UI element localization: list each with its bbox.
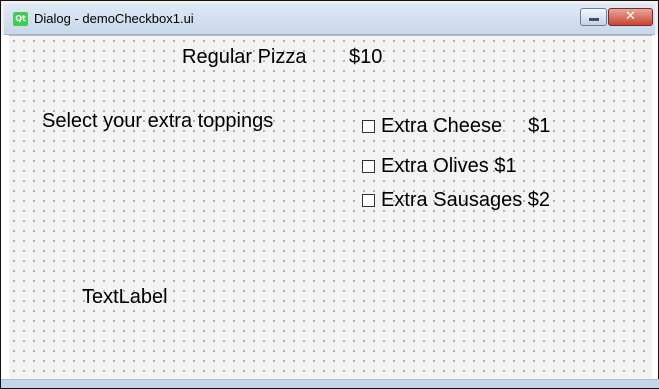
window-title: Dialog - demoCheckbox1.ui [34, 11, 194, 26]
checkbox-label: Extra Olives $1 [381, 155, 517, 177]
checkbox-extra-sausages[interactable]: Extra Sausages $2 [362, 188, 550, 212]
dialog-window: Qt Dialog - demoCheckbox1.ui ✕ Regular P… [0, 0, 659, 389]
pizza-label: Regular Pizza [182, 46, 307, 68]
checkbox-price: $1 [528, 115, 551, 137]
form-canvas[interactable]: Regular Pizza $10 Select your extra topp… [9, 35, 652, 381]
right-border [651, 35, 658, 382]
checkbox-box[interactable] [362, 119, 375, 133]
checkbox-label: Extra Sausages $2 [381, 189, 550, 211]
checkbox-extra-olives[interactable]: Extra Olives $1 [362, 154, 517, 178]
close-icon: ✕ [625, 9, 636, 24]
checkbox-extra-cheese[interactable]: Extra Cheese $1 [362, 114, 550, 138]
checkbox-label: Extra Cheese [381, 115, 503, 137]
bottom-border [1, 379, 659, 388]
left-border [1, 35, 9, 382]
qt-app-icon: Qt [13, 12, 28, 26]
pizza-price-label: $10 [349, 46, 383, 68]
text-label: TextLabel [82, 286, 168, 308]
checkbox-box[interactable] [362, 193, 375, 207]
close-button[interactable]: ✕ [608, 8, 653, 26]
checkbox-box[interactable] [362, 159, 375, 173]
toppings-prompt-label: Select your extra toppings [42, 110, 274, 132]
title-bar[interactable]: Qt Dialog - demoCheckbox1.ui ✕ [4, 4, 655, 35]
minimize-button[interactable] [580, 8, 607, 26]
